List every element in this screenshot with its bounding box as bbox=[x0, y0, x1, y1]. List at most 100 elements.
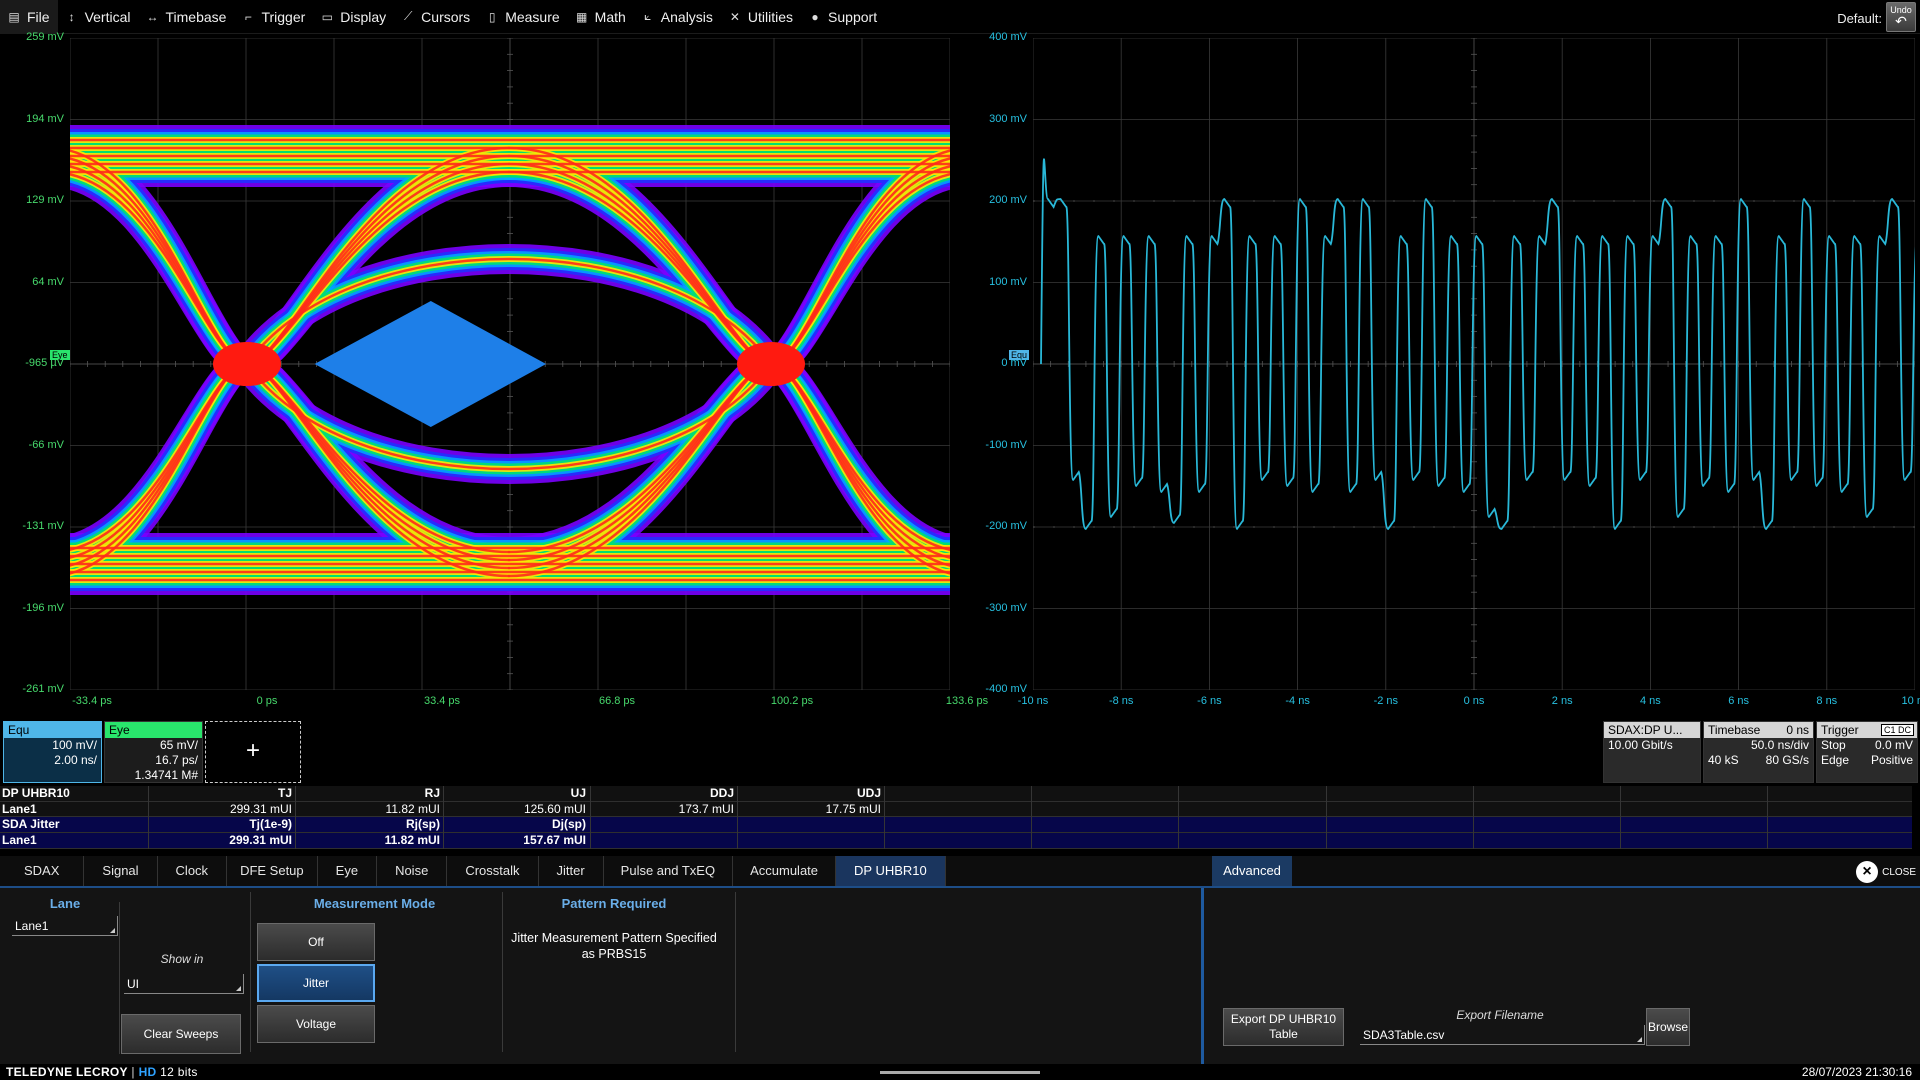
axis-tick-label: -8 ns bbox=[1108, 695, 1134, 707]
tab-clock[interactable]: Clock bbox=[158, 856, 228, 886]
show-in-select[interactable]: UI bbox=[124, 974, 244, 994]
axis-tick-label: 10 ns bbox=[1901, 695, 1920, 707]
measure-icon: ▯ bbox=[488, 9, 496, 24]
timebase-descriptor[interactable]: Timebase 0 ns 50.0 ns/div 40 kS 80 GS/s bbox=[1703, 721, 1814, 783]
column-header: UDJ bbox=[856, 786, 881, 800]
tab-jitter[interactable]: Jitter bbox=[539, 856, 604, 886]
eye-trace-descriptor[interactable]: Eye 65 mV/ 16.7 ps/ 1.34741 M# bbox=[104, 721, 203, 783]
column-divider bbox=[737, 786, 738, 849]
tab-crosstalk[interactable]: Crosstalk bbox=[447, 856, 539, 886]
menu-file[interactable]: ▤ File bbox=[0, 0, 58, 34]
close-label: CLOSE bbox=[1882, 866, 1916, 878]
tab-eye[interactable]: Eye bbox=[318, 856, 378, 886]
axis-tick-label: -965 µV bbox=[25, 357, 64, 369]
axis-tick-label: 0 ns bbox=[1463, 695, 1485, 707]
tab-advanced[interactable]: Advanced bbox=[1212, 856, 1292, 886]
mode-jitter-button[interactable]: Jitter bbox=[257, 964, 375, 1002]
table-row[interactable]: SDA Jitter Tj(1e-9) Rj(sp) Dj(sp) bbox=[0, 817, 1912, 834]
add-trace-button[interactable]: + bbox=[205, 721, 301, 783]
table-cell: 299.31 mUI bbox=[229, 801, 292, 816]
row-name: DP UHBR10 bbox=[2, 786, 70, 800]
descriptor-title: Eye bbox=[105, 722, 202, 738]
descriptor-title-row: Trigger C1 DC bbox=[1817, 722, 1917, 738]
axis-tick-label: -200 mV bbox=[985, 520, 1027, 532]
equalized-waveform-trace bbox=[1040, 158, 1915, 530]
menu-math[interactable]: ▦ Math bbox=[568, 0, 634, 34]
menu-vertical[interactable]: ↕ Vertical bbox=[58, 0, 139, 34]
menu-support[interactable]: ● Support bbox=[801, 0, 885, 34]
horizontal-arrows-icon: ↔ bbox=[146, 9, 159, 24]
lane-title: Lane bbox=[49, 896, 81, 911]
menu-label: Vertical bbox=[84, 8, 131, 25]
axis-tick-label: -2 ns bbox=[1373, 695, 1399, 707]
menu-label: Measure bbox=[505, 8, 560, 25]
mode-voltage-button[interactable]: Voltage bbox=[257, 1005, 375, 1043]
analysis-icon: ⟀ bbox=[644, 9, 652, 23]
table-row[interactable]: Lane1 299.31 mUI 11.82 mUI 157.67 mUI bbox=[0, 833, 1912, 849]
file-icon: ▤ bbox=[8, 9, 20, 24]
progress-indicator bbox=[880, 1071, 1040, 1074]
axis-tick-label: 66.8 ps bbox=[598, 695, 636, 707]
sdax-descriptor[interactable]: SDAX:DP U... 10.00 Gbit/s bbox=[1603, 721, 1701, 783]
undo-arrow-icon: ↶ bbox=[1895, 13, 1907, 29]
column-header: Rj(sp) bbox=[406, 817, 440, 832]
menu-utilities[interactable]: ✕ Utilities bbox=[721, 0, 801, 34]
menu-label: Utilities bbox=[747, 8, 794, 25]
axis-tick-label: 300 mV bbox=[989, 112, 1027, 125]
timebase-delay: 0 ns bbox=[1786, 723, 1809, 737]
default-setup-label[interactable]: Default: bbox=[1837, 11, 1882, 26]
help-icon: ● bbox=[811, 9, 819, 24]
axis-tick-label: -196 mV bbox=[22, 601, 64, 614]
menu-measure[interactable]: ▯ Measure bbox=[478, 0, 567, 34]
tab-pulse-and-txeq[interactable]: Pulse and TxEQ bbox=[604, 856, 734, 886]
mode-off-button[interactable]: Off bbox=[257, 923, 375, 961]
column-header: Dj(sp) bbox=[552, 817, 586, 832]
menu-label: Trigger bbox=[261, 8, 306, 25]
axis-tick-label: 0 mV bbox=[1001, 357, 1027, 369]
export-table-button[interactable]: Export DP UHBR10 Table bbox=[1223, 1008, 1344, 1046]
tab-dp-uhbr10[interactable]: DP UHBR10 bbox=[836, 856, 946, 886]
menu-trigger[interactable]: ⌐ Trigger bbox=[234, 0, 313, 34]
menu-display[interactable]: ▭ Display bbox=[313, 0, 394, 34]
tab-signal[interactable]: Signal bbox=[84, 856, 158, 886]
column-header: DDJ bbox=[709, 786, 734, 800]
waveform-grid[interactable]: Equ bbox=[1009, 38, 1915, 690]
lane-select[interactable]: Lane1 bbox=[12, 916, 118, 936]
tab-accumulate[interactable]: Accumulate bbox=[733, 856, 837, 886]
tab-dfe-setup[interactable]: DFE Setup bbox=[227, 856, 318, 886]
menu-analysis[interactable]: ⟀ Analysis bbox=[634, 0, 721, 34]
undo-button[interactable]: Undo ↶ bbox=[1886, 2, 1916, 32]
close-icon: × bbox=[1856, 861, 1879, 883]
vertical-arrows-icon: ↕ bbox=[68, 9, 75, 24]
table-row[interactable]: DP UHBR10 TJ RJ UJ DDJ UDJ bbox=[0, 786, 1912, 802]
divider bbox=[735, 892, 736, 1052]
table-cell: 299.31 mUI bbox=[229, 833, 292, 848]
trigger-descriptor[interactable]: Trigger C1 DC Stop 0.0 mV Edge Positive bbox=[1816, 721, 1918, 783]
column-divider bbox=[1620, 786, 1621, 849]
axis-tick-label: -10 ns bbox=[1017, 695, 1049, 707]
clear-sweeps-button[interactable]: Clear Sweeps bbox=[121, 1014, 241, 1054]
descriptor-vdiv: 100 mV/ bbox=[52, 738, 97, 752]
equ-trace-descriptor[interactable]: Equ 100 mV/ 2.00 ns/ bbox=[3, 721, 102, 783]
axis-tick-label: 8 ns bbox=[1816, 695, 1838, 707]
eye-crossing-hotspot bbox=[737, 342, 805, 386]
descriptor-title: Trigger bbox=[1821, 723, 1859, 737]
close-button[interactable]: × CLOSE bbox=[1856, 861, 1916, 883]
menu-label: Timebase bbox=[165, 8, 227, 25]
export-filename-input[interactable]: SDA3Table.csv bbox=[1360, 1025, 1645, 1045]
tab-noise[interactable]: Noise bbox=[377, 856, 448, 886]
menu-cursors[interactable]: ⟋ Cursors bbox=[394, 0, 478, 34]
browse-button[interactable]: Browse bbox=[1646, 1008, 1690, 1046]
cursor-icon: ⟋ bbox=[403, 9, 413, 23]
eye-diagram-grid[interactable]: Eye bbox=[50, 38, 950, 690]
tab-sdax[interactable]: SDAX bbox=[0, 856, 85, 886]
axis-tick-label: 4 ns bbox=[1639, 695, 1661, 707]
column-divider bbox=[1326, 786, 1327, 849]
column-divider bbox=[1473, 786, 1474, 849]
divider bbox=[502, 892, 503, 1052]
eye-mask-diamond bbox=[314, 301, 547, 427]
menu-timebase[interactable]: ↔ Timebase bbox=[138, 0, 234, 34]
menu-label: Display bbox=[340, 8, 387, 25]
trigger-source-badge: C1 DC bbox=[1880, 724, 1914, 736]
table-row[interactable]: Lane1 299.31 mUI 11.82 mUI 125.60 mUI 17… bbox=[0, 801, 1912, 818]
